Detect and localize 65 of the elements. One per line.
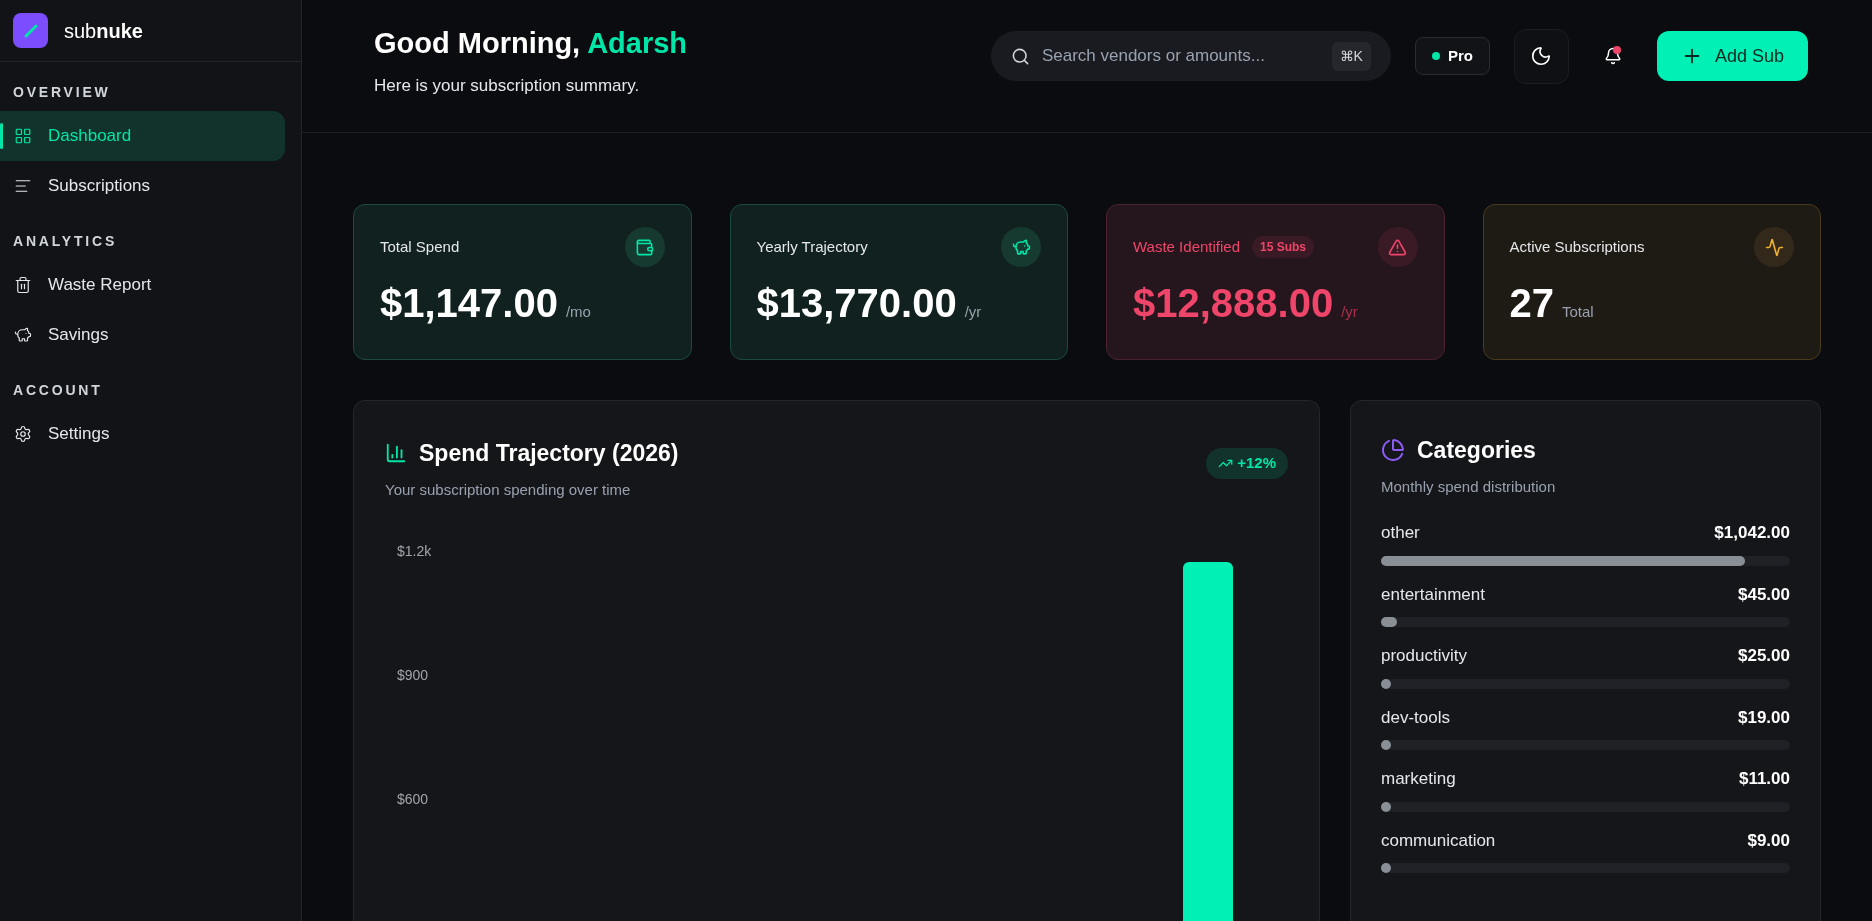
section-heading: ACCOUNT xyxy=(12,381,104,400)
category-name: dev-tools xyxy=(1381,706,1450,729)
section-heading: ANALYTICS xyxy=(12,232,119,251)
shortcut-key: ⌘K xyxy=(1331,41,1371,71)
categories-subtitle: Monthly spend distribution xyxy=(1381,476,1557,497)
category-amount: $45.00 xyxy=(1738,583,1790,606)
y-axis-label: $900 xyxy=(397,667,430,683)
category-amount: $19.00 xyxy=(1738,706,1790,729)
nav-item[interactable]: Savings xyxy=(0,310,285,360)
category-name: communication xyxy=(1381,829,1496,852)
category-amount: $1,042.00 xyxy=(1714,522,1790,544)
logo-text: subnuke xyxy=(64,18,143,44)
search-icon xyxy=(1010,46,1030,66)
nav-item[interactable]: Settings xyxy=(0,409,285,459)
nav-item[interactable]: Subscriptions xyxy=(0,161,285,211)
category-name: marketing xyxy=(1381,768,1456,790)
plan-badge: Pro xyxy=(1414,37,1490,75)
category-amount: $11.00 xyxy=(1738,768,1790,790)
stat-value: $1,147.00 xyxy=(380,280,558,327)
theme-toggle-button[interactable] xyxy=(1513,28,1569,84)
stat-unit: Total xyxy=(1562,302,1594,322)
trash-icon xyxy=(14,276,32,294)
greeting-subtitle: Here is your subscription summary. xyxy=(374,75,641,97)
logo-icon xyxy=(13,13,48,48)
stat-unit: /yr xyxy=(964,302,982,322)
chart-title: Spend Trajectory (2026) xyxy=(419,439,679,468)
stat-value: $12,888.00 xyxy=(1133,280,1334,327)
greeting-title: Good Morning, Adarsh xyxy=(374,25,688,61)
nav-item[interactable]: Dashboard xyxy=(0,111,285,161)
wallet-icon xyxy=(624,227,665,267)
category-name: other xyxy=(1381,522,1420,544)
search-input[interactable]: Search vendors or amounts... xyxy=(1041,43,1320,69)
pulse-icon xyxy=(1754,227,1794,267)
pie-chart-icon xyxy=(1381,438,1405,463)
section-heading: OVERVIEW xyxy=(12,83,112,102)
stat-title: Active Subscriptions xyxy=(1509,236,1645,257)
settings-icon xyxy=(14,425,32,443)
search-field[interactable]: Search vendors or amounts... ⌘K xyxy=(990,31,1391,81)
stat-title: Yearly Trajectory xyxy=(756,236,868,257)
grid-icon xyxy=(14,127,32,145)
chart-subtitle: Your subscription spending over time xyxy=(385,479,632,500)
y-axis-label: $1.2k xyxy=(397,543,432,559)
nav-item[interactable]: Waste Report xyxy=(0,260,285,310)
bell-icon xyxy=(1603,47,1622,65)
stat-value: $13,770.00 xyxy=(756,280,957,327)
y-axis-label: $600 xyxy=(397,791,430,807)
trend-badge: +12% xyxy=(1206,448,1288,479)
list-icon xyxy=(14,177,32,195)
moon-icon xyxy=(1530,45,1553,67)
add-subscription-button[interactable]: Add Sub xyxy=(1656,31,1808,81)
category-amount: $9.00 xyxy=(1747,829,1790,852)
piggy-bank-icon xyxy=(1001,227,1041,267)
stat-unit: /yr xyxy=(1341,302,1358,322)
category-name: productivity xyxy=(1381,645,1467,667)
warning-icon xyxy=(1377,227,1418,267)
category-name: entertainment xyxy=(1381,583,1485,606)
piggy-bank-icon xyxy=(14,326,32,344)
categories-title: Categories xyxy=(1417,436,1536,465)
bar-chart-icon xyxy=(385,442,407,465)
stat-unit: /mo xyxy=(565,302,591,322)
category-amount: $25.00 xyxy=(1738,645,1790,667)
stat-title: Total Spend xyxy=(380,236,460,257)
stat-title: Waste Identified xyxy=(1133,236,1240,257)
stat-value: 27 xyxy=(1509,280,1554,327)
count-badge: 15 Subs xyxy=(1252,236,1315,258)
